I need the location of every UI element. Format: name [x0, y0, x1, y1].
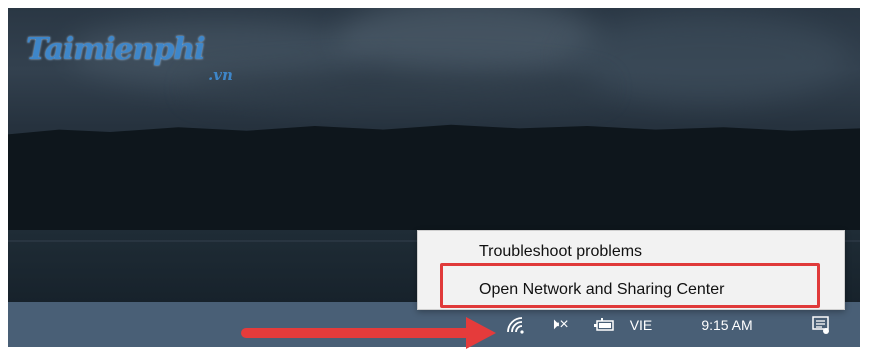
watermark-logo-sub: .vn: [208, 66, 233, 84]
cloud: [188, 68, 608, 108]
red-arrow-head: [466, 317, 496, 349]
cloud: [568, 13, 848, 103]
hills: [8, 124, 860, 240]
watermark-logo: Taimienphi: [26, 32, 206, 67]
red-arrow: [241, 328, 481, 338]
highlight-box: [440, 263, 820, 308]
